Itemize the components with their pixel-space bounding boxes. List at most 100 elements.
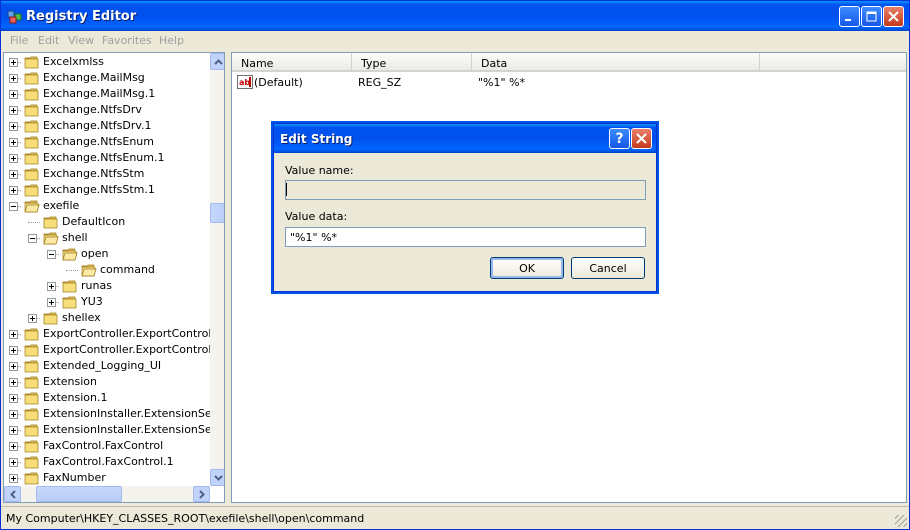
menu-favorites[interactable]: Favorites <box>102 34 152 47</box>
collapse-icon[interactable] <box>47 250 56 259</box>
tree-vertical-scrollbar[interactable] <box>210 53 224 486</box>
tree-item[interactable]: exefile <box>4 198 210 214</box>
expand-icon[interactable] <box>9 170 18 179</box>
tree-item[interactable]: Exchange.NtfsDrv <box>4 102 210 118</box>
horizontal-scroll-thumb[interactable] <box>36 486 122 502</box>
scroll-up-button[interactable] <box>210 53 224 70</box>
expand-icon[interactable] <box>9 58 18 67</box>
tree-item[interactable]: open <box>4 246 210 262</box>
expand-icon[interactable] <box>9 458 18 467</box>
close-button[interactable] <box>883 6 904 27</box>
expand-icon[interactable] <box>47 298 56 307</box>
collapse-icon[interactable] <box>9 202 18 211</box>
folder-icon <box>24 455 40 469</box>
expand-icon[interactable] <box>9 106 18 115</box>
tree-item[interactable]: shell <box>4 230 210 246</box>
scroll-right-button[interactable] <box>193 486 210 502</box>
tree-item[interactable]: Exchange.MailMsg <box>4 70 210 86</box>
column-data[interactable]: Data <box>472 53 760 72</box>
tree-item[interactable]: runas <box>4 278 210 294</box>
menu-help[interactable]: Help <box>159 34 184 47</box>
expand-icon[interactable] <box>9 426 18 435</box>
tree-item[interactable]: Exchange.NtfsStm <box>4 166 210 182</box>
tree-item[interactable]: Excelxmlss <box>4 54 210 70</box>
expand-icon[interactable] <box>9 346 18 355</box>
tree-item[interactable]: ExtensionInstaller.ExtensionSe <box>4 422 212 438</box>
column-type-label: Type <box>361 57 387 70</box>
vertical-scroll-thumb[interactable] <box>210 203 224 223</box>
status-bar: My Computer\HKEY_CLASSES_ROOT\exefile\sh… <box>1 506 909 529</box>
tree-item-label: Exchange.NtfsEnum.1 <box>43 151 165 164</box>
cancel-button[interactable]: Cancel <box>571 257 645 279</box>
tree-item-label: command <box>100 263 155 276</box>
tree-item[interactable]: DefaultIcon <box>4 214 210 230</box>
resize-grip-icon[interactable] <box>895 515 907 527</box>
menu-view[interactable]: View <box>68 34 94 47</box>
value-data-field[interactable] <box>285 227 646 247</box>
folder-icon <box>62 247 78 261</box>
scroll-left-button[interactable] <box>4 486 21 502</box>
expand-icon[interactable] <box>9 362 18 371</box>
folder-icon <box>24 183 40 197</box>
menu-bar: File Edit View Favorites Help <box>1 31 909 50</box>
value-name-label: Value name: <box>285 164 354 177</box>
tree-item[interactable]: Extension <box>4 374 210 390</box>
window-title: Registry Editor <box>26 9 137 24</box>
expand-icon[interactable] <box>28 314 37 323</box>
tree-item[interactable]: ExportController.ExportControl <box>4 326 211 342</box>
expand-icon[interactable] <box>47 282 56 291</box>
expand-icon[interactable] <box>9 378 18 387</box>
title-bar[interactable]: Registry Editor <box>1 1 909 31</box>
expand-icon[interactable] <box>9 442 18 451</box>
registry-tree[interactable]: Excelxmlss Exchange.MailMsg Exchange.MailM… <box>3 52 225 503</box>
tree-item[interactable]: YU3 <box>4 294 210 310</box>
folder-icon <box>24 423 40 437</box>
tree-item[interactable]: Extended_Logging_UI <box>4 358 210 374</box>
expand-icon[interactable] <box>9 154 18 163</box>
scroll-down-button[interactable] <box>210 469 224 486</box>
expand-icon[interactable] <box>9 474 18 483</box>
tree-item-label: shellex <box>62 311 101 324</box>
expand-icon[interactable] <box>9 394 18 403</box>
column-type[interactable]: Type <box>352 53 472 72</box>
list-item[interactable]: ab (Default) REG_SZ "%1" %* <box>232 74 902 91</box>
folder-icon <box>81 263 97 277</box>
menu-file[interactable]: File <box>10 34 28 47</box>
column-name[interactable]: Name <box>232 53 352 72</box>
menu-edit[interactable]: Edit <box>38 34 59 47</box>
minimize-button[interactable] <box>839 6 860 27</box>
tree-item[interactable]: FaxControl.FaxControl <box>4 438 210 454</box>
dialog-close-button[interactable] <box>631 128 652 149</box>
tree-item-label: Exchange.NtfsEnum <box>43 135 154 148</box>
help-button[interactable]: ? <box>609 128 630 149</box>
collapse-icon[interactable] <box>28 234 37 243</box>
expand-icon[interactable] <box>9 186 18 195</box>
expand-icon[interactable] <box>9 74 18 83</box>
tree-item[interactable]: Exchange.NtfsEnum.1 <box>4 150 210 166</box>
tree-item[interactable]: ExportController.ExportControl <box>4 342 211 358</box>
tree-item[interactable]: shellex <box>4 310 210 326</box>
dialog-title-bar[interactable]: Edit String ? <box>274 124 656 153</box>
tree-item[interactable]: command <box>4 262 210 278</box>
expand-icon[interactable] <box>9 410 18 419</box>
folder-icon <box>24 471 40 485</box>
tree-item[interactable]: FaxControl.FaxControl.1 <box>4 454 210 470</box>
tree-item[interactable]: Exchange.NtfsDrv.1 <box>4 118 210 134</box>
expand-icon[interactable] <box>9 122 18 131</box>
tree-item[interactable]: Extension.1 <box>4 390 210 406</box>
tree-horizontal-scrollbar[interactable] <box>4 486 210 502</box>
value-name-field[interactable] <box>285 180 646 200</box>
column-data-label: Data <box>481 57 508 70</box>
expand-icon[interactable] <box>9 330 18 339</box>
tree-item[interactable]: FaxNumber <box>4 470 210 486</box>
ok-button[interactable]: OK <box>490 257 564 279</box>
tree-item[interactable]: Exchange.NtfsEnum <box>4 134 210 150</box>
maximize-button[interactable] <box>861 6 882 27</box>
folder-icon <box>24 199 40 213</box>
tree-item[interactable]: Exchange.NtfsStm.1 <box>4 182 210 198</box>
tree-item[interactable]: Exchange.MailMsg.1 <box>4 86 210 102</box>
tree-item[interactable]: ExtensionInstaller.ExtensionSe <box>4 406 212 422</box>
maximize-icon <box>866 11 877 22</box>
expand-icon[interactable] <box>9 90 18 99</box>
expand-icon[interactable] <box>9 138 18 147</box>
